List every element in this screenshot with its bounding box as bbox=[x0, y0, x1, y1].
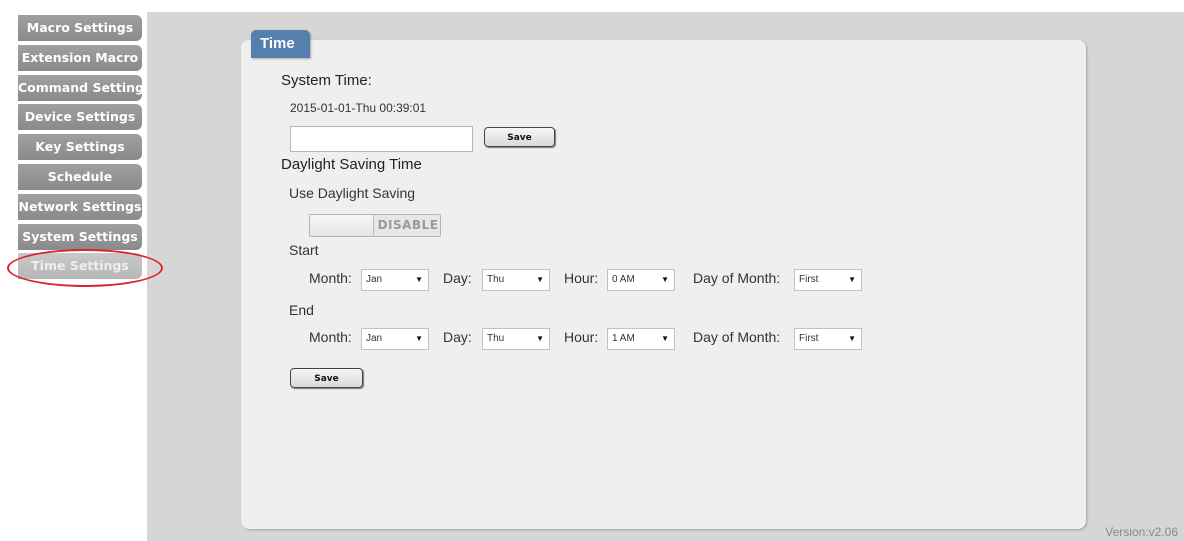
end-day-value: Thu bbox=[487, 333, 505, 344]
end-month-select[interactable]: Jan ▼ bbox=[361, 328, 429, 350]
dropdown-triangle-icon: ▼ bbox=[661, 334, 669, 343]
end-day-label: Day: bbox=[443, 329, 472, 345]
sidebar-item-system-settings[interactable]: System Settings bbox=[18, 223, 142, 250]
toggle-state-label: DISABLE bbox=[377, 218, 439, 232]
start-dom-value: First bbox=[799, 274, 819, 285]
start-dom-select[interactable]: First ▼ bbox=[794, 269, 862, 291]
end-hour-value: 1 AM bbox=[612, 333, 635, 344]
end-month-value: Jan bbox=[366, 333, 383, 344]
start-hour-value: 0 AM bbox=[612, 274, 635, 285]
start-hour-select[interactable]: 0 AM ▼ bbox=[607, 269, 675, 291]
system-time-input[interactable] bbox=[290, 126, 473, 152]
dropdown-triangle-icon: ▼ bbox=[415, 334, 423, 343]
end-month-label: Month: bbox=[309, 329, 352, 345]
end-dom-value: First bbox=[799, 333, 819, 344]
end-day-select[interactable]: Thu ▼ bbox=[482, 328, 550, 350]
sidebar-item-key-settings[interactable]: Key Settings bbox=[18, 134, 142, 161]
save-dst-button[interactable]: Save bbox=[290, 368, 363, 388]
sidebar-item-network-settings[interactable]: Network Settings bbox=[18, 193, 142, 220]
start-day-label: Day: bbox=[443, 270, 472, 286]
start-day-value: Thu bbox=[487, 274, 505, 285]
use-dst-label: Use Daylight Saving bbox=[289, 185, 416, 201]
panel-title: Time bbox=[251, 30, 310, 58]
start-day-select[interactable]: Thu ▼ bbox=[482, 269, 550, 291]
dst-toggle-switch[interactable]: DISABLE bbox=[309, 214, 441, 237]
dropdown-triangle-icon: ▼ bbox=[536, 275, 544, 284]
end-dom-select[interactable]: First ▼ bbox=[794, 328, 862, 350]
end-dom-label: Day of Month: bbox=[693, 329, 781, 345]
start-month-select[interactable]: Jan ▼ bbox=[361, 269, 429, 291]
system-time-heading: System Time: bbox=[281, 72, 372, 89]
start-heading: Start bbox=[289, 242, 319, 258]
end-hour-select[interactable]: 1 AM ▼ bbox=[607, 328, 675, 350]
end-hour-label: Hour: bbox=[564, 329, 599, 345]
sidebar-nav: Macro Settings Extension Macro Command S… bbox=[18, 15, 142, 283]
start-hour-label: Hour: bbox=[564, 270, 599, 286]
toggle-knob bbox=[310, 215, 374, 236]
version-label: Version:v2.06 bbox=[1105, 525, 1178, 539]
system-time-value: 2015-01-01-Thu 00:39:01 bbox=[290, 101, 427, 115]
dst-heading: Daylight Saving Time bbox=[281, 156, 422, 173]
end-heading: End bbox=[289, 302, 314, 318]
dropdown-triangle-icon: ▼ bbox=[848, 334, 856, 343]
sidebar-item-macro-settings[interactable]: Macro Settings bbox=[18, 15, 142, 41]
dropdown-triangle-icon: ▼ bbox=[536, 334, 544, 343]
dropdown-triangle-icon: ▼ bbox=[415, 275, 423, 284]
start-month-value: Jan bbox=[366, 274, 383, 285]
sidebar-item-extension-macro[interactable]: Extension Macro bbox=[18, 44, 142, 71]
sidebar-item-command-settings[interactable]: Command Settings bbox=[18, 74, 142, 101]
highlight-annotation-circle bbox=[7, 249, 163, 287]
start-dom-label: Day of Month: bbox=[693, 270, 781, 286]
start-month-label: Month: bbox=[309, 270, 352, 286]
dropdown-triangle-icon: ▼ bbox=[848, 275, 856, 284]
dropdown-triangle-icon: ▼ bbox=[661, 275, 669, 284]
save-time-button[interactable]: Save bbox=[484, 127, 555, 147]
sidebar-item-schedule[interactable]: Schedule bbox=[18, 163, 142, 190]
sidebar-item-device-settings[interactable]: Device Settings bbox=[18, 104, 142, 131]
